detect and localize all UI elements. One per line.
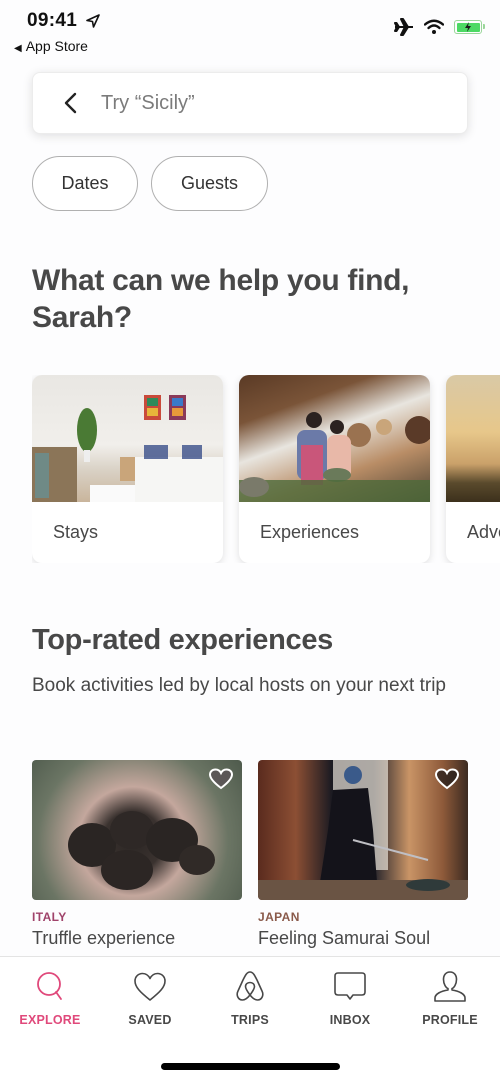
experience-title: Feeling Samurai Soul <box>258 928 431 948</box>
heart-icon <box>134 972 166 1001</box>
experience-country: JAPAN <box>258 910 300 924</box>
heart-icon[interactable] <box>209 768 233 790</box>
wifi-icon <box>424 19 444 34</box>
category-card-experiences[interactable]: Experiences <box>239 375 430 563</box>
experience-country: ITALY <box>32 910 67 924</box>
section-title: Top-rated experiences <box>32 624 333 656</box>
search-input[interactable] <box>101 91 441 115</box>
experiences-image <box>239 375 430 502</box>
back-triangle-icon: ◀ <box>14 43 22 54</box>
tab-label: SAVED <box>128 1013 172 1027</box>
status-time: 09:41 <box>27 10 78 31</box>
category-label: Experiences <box>260 522 360 542</box>
chat-bubble-icon <box>334 972 366 1000</box>
heart-icon[interactable] <box>435 768 459 790</box>
tab-profile[interactable]: PROFILE <box>400 957 500 1037</box>
tab-label: INBOX <box>329 1013 371 1027</box>
experience-card[interactable]: ITALY Truffle experience <box>32 760 242 949</box>
back-app-label: App Store <box>25 38 88 54</box>
tab-label: EXPLORE <box>19 1013 81 1027</box>
chevron-left-icon[interactable] <box>59 90 85 116</box>
experience-image <box>258 760 468 900</box>
experience-title: Truffle experience <box>32 928 176 948</box>
experience-list: ITALY Truffle experience JAPAN Feeling S… <box>32 760 468 949</box>
airbnb-belo-icon <box>236 971 264 1001</box>
experience-image <box>32 760 242 900</box>
tab-label: TRIPS <box>231 1013 269 1027</box>
user-icon <box>434 971 466 1002</box>
dates-filter-button[interactable]: Dates <box>32 156 138 211</box>
experience-card[interactable]: JAPAN Feeling Samurai Soul <box>258 760 468 949</box>
category-card-adventures[interactable]: Adventures <box>446 375 500 563</box>
status-bar: 09:41 ◀ App Store <box>0 0 500 60</box>
stays-image <box>32 375 223 502</box>
filter-pills: Dates Guests <box>32 156 268 211</box>
back-to-app-store[interactable]: ◀ App Store <box>14 38 88 54</box>
battery-charging-icon <box>454 20 485 34</box>
page-headline: What can we help you find, Sarah? <box>32 264 410 334</box>
status-icons <box>394 18 485 36</box>
category-label: Stays <box>53 522 99 542</box>
category-card-stays[interactable]: Stays <box>32 375 223 563</box>
tab-inbox[interactable]: INBOX <box>300 957 400 1037</box>
search-icon <box>37 972 62 1000</box>
guests-filter-button[interactable]: Guests <box>151 156 268 211</box>
search-bar[interactable] <box>32 72 468 134</box>
airplane-icon <box>394 18 413 36</box>
adventures-image <box>446 375 500 502</box>
home-indicator[interactable] <box>161 1063 340 1070</box>
category-label: Adventures <box>467 522 500 542</box>
section-subtitle: Book activities led by local hosts on yo… <box>32 675 446 696</box>
tab-label: PROFILE <box>422 1013 478 1027</box>
location-arrow-icon <box>86 14 100 28</box>
category-carousel: Stays Experiences Adventures <box>32 375 500 563</box>
bottom-tab-bar: EXPLORE SAVED TRIPS INBOX PROFILE <box>0 956 500 1080</box>
tab-trips[interactable]: TRIPS <box>200 957 300 1037</box>
tab-saved[interactable]: SAVED <box>100 957 200 1037</box>
tab-explore[interactable]: EXPLORE <box>0 957 100 1037</box>
